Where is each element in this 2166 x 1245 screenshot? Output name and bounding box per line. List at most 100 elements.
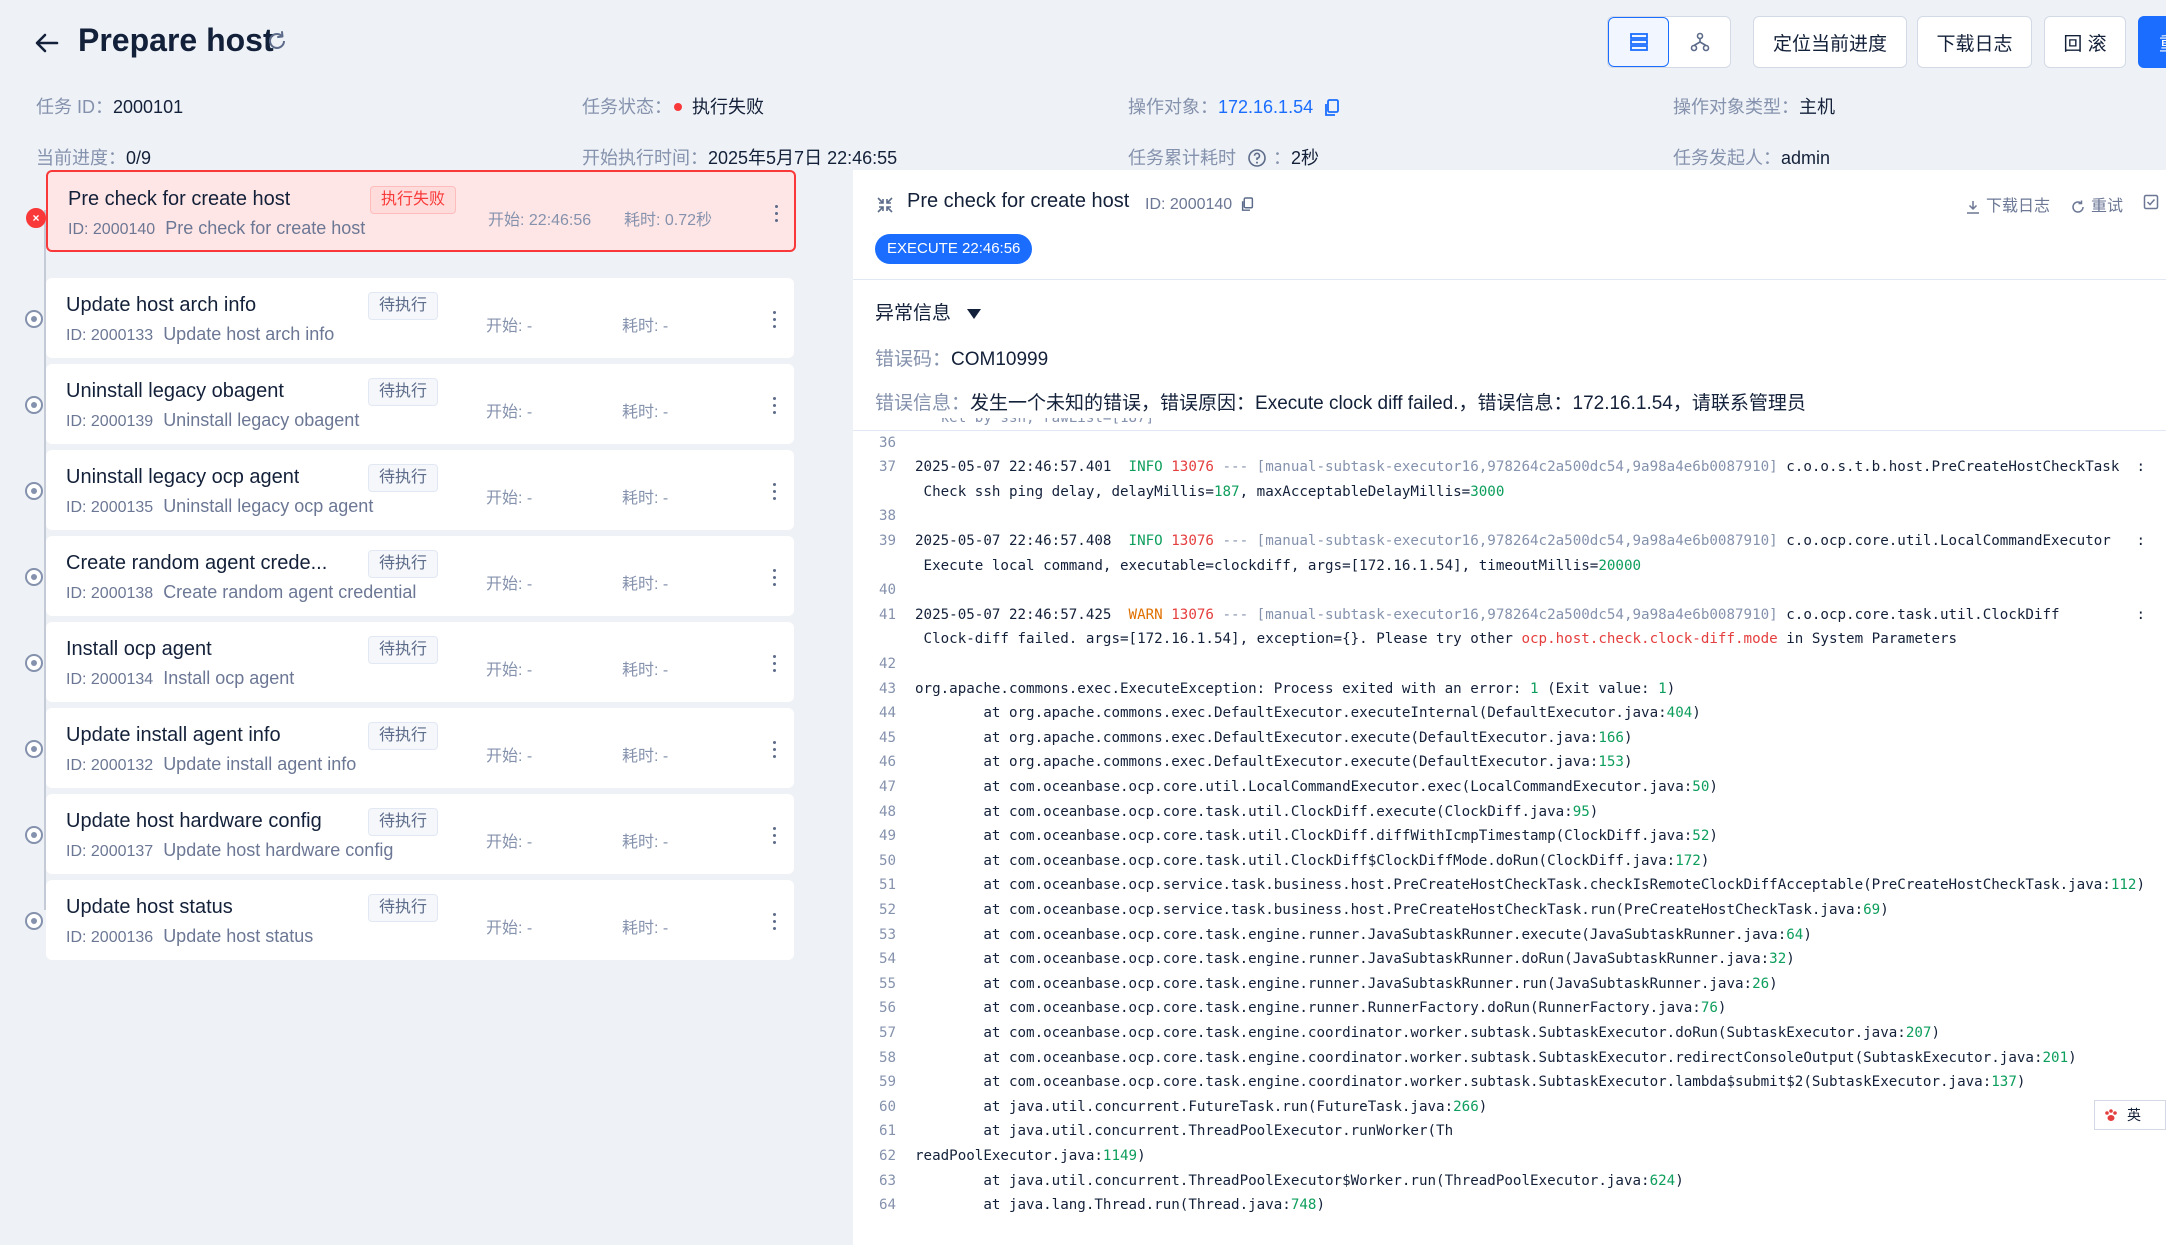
more-vertical-icon[interactable] xyxy=(764,820,784,850)
locate-progress-button[interactable]: 定位当前进度 xyxy=(1753,16,1907,68)
pending-node-icon xyxy=(25,740,43,758)
retry-task-button[interactable]: 重 xyxy=(2138,16,2166,68)
subtask-item[interactable]: Create random agent crede... ID: 2000138 C… xyxy=(25,536,794,616)
log-line: 38 xyxy=(853,508,2166,532)
detail-retry-label: 重试 xyxy=(2091,198,2124,215)
subtask-meta: ID: 2000132 Update install agent info xyxy=(66,754,356,775)
log-line: 56 at com.oceanbase.ocp.core.task.engine… xyxy=(853,1000,2166,1024)
more-vertical-icon[interactable] xyxy=(766,198,786,228)
log-line: 40 xyxy=(853,582,2166,606)
subtask-item[interactable]: Install ocp agent ID: 2000134 Install ocp … xyxy=(25,622,794,702)
detail-retry-button[interactable]: 重试 xyxy=(2071,192,2123,216)
subtask-status-badge: 待执行 xyxy=(368,808,439,836)
log-token: 2025-05-07 22:46:57.425 xyxy=(915,606,1129,623)
progress-label: 当前进度： xyxy=(36,148,126,168)
log-token: 13076 xyxy=(1162,533,1214,549)
pending-node-icon xyxy=(25,568,43,586)
log-line-text: readPoolExecutor.java:1149) xyxy=(915,1148,1146,1164)
task-id-value: 2000101 xyxy=(113,97,184,117)
flow-view-button[interactable] xyxy=(1669,17,1730,67)
log-token: in System Parameters xyxy=(1777,631,1958,648)
more-vertical-icon[interactable] xyxy=(764,390,784,420)
subtask-start-time: 开始: 22:46:56 xyxy=(488,212,592,229)
more-vertical-icon[interactable] xyxy=(764,562,784,592)
copy-icon[interactable] xyxy=(1324,99,1340,117)
more-vertical-icon[interactable] xyxy=(764,476,784,506)
subtask-item[interactable]: Update host arch info ID: 2000133 Update h… xyxy=(25,278,794,358)
detail-title: Pre check for create host xyxy=(907,190,1130,212)
pending-node-icon xyxy=(25,654,43,672)
subtask-desc: Update host hardware config xyxy=(163,840,394,860)
arrow-left-icon[interactable] xyxy=(32,28,62,58)
more-vertical-icon[interactable] xyxy=(764,734,784,764)
ime-indicator[interactable]: 英 xyxy=(2094,1100,2166,1130)
log-line: 58 at com.oceanbase.ocp.core.task.engine… xyxy=(853,1050,2166,1074)
list-view-icon xyxy=(1629,33,1648,51)
log-line-text: Execute local command, executable=clockd… xyxy=(915,558,1642,574)
subtask-item[interactable]: Update install agent info ID: 2000132 Upda… xyxy=(25,708,794,788)
subtask-desc: Install ocp agent xyxy=(163,668,295,688)
subtask-item[interactable]: × Pre check for create host ID: 2000140 Pre… xyxy=(26,170,796,252)
collapse-icon[interactable] xyxy=(875,195,895,215)
log-token: 266 xyxy=(1453,1098,1479,1115)
subtask-item[interactable]: Update host status ID: 2000136 Update host… xyxy=(25,880,794,960)
log-line-text: org.apache.commons.exec.ExecuteException… xyxy=(915,681,1675,697)
log-token: at com.oceanbase.ocp.core.task.engine.ru… xyxy=(915,975,1753,992)
log-token: at com.oceanbase.ocp.core.util.LocalComm… xyxy=(915,779,1693,795)
subtask-name: Uninstall legacy obagent xyxy=(66,380,284,402)
log-line-text: at com.oceanbase.ocp.core.task.engine.co… xyxy=(915,1050,2076,1066)
log-line-number: 43 xyxy=(879,680,897,697)
log-line: 50 at com.oceanbase.ocp.core.task.util.C… xyxy=(853,853,2166,877)
error-message-line: 错误信息：发生一个未知的错误，错误原因：Execute clock diff f… xyxy=(875,388,1806,415)
log-line: ket by ssh, rawList=[187] xyxy=(853,418,2166,434)
more-vertical-icon[interactable] xyxy=(764,648,784,678)
subtask-status-badge: 待执行 xyxy=(368,722,439,750)
subtask-id: ID: 2000135 xyxy=(66,499,154,516)
question-circle-icon[interactable] xyxy=(1247,148,1267,168)
target-link[interactable]: 172.16.1.54 xyxy=(1218,97,1313,117)
subtask-meta: ID: 2000137 Update host hardware config xyxy=(66,840,393,861)
subtask-item[interactable]: Uninstall legacy obagent ID: 2000139 Unins… xyxy=(25,364,794,444)
log-token: at org.apache.commons.exec.DefaultExecut… xyxy=(915,729,1599,746)
error-code-line: 错误码：COM10999 xyxy=(875,344,1048,371)
log-line-text: at com.oceanbase.ocp.core.task.util.Cloc… xyxy=(915,828,1718,844)
log-line-number: 49 xyxy=(879,828,897,845)
log-token: ) xyxy=(1675,1172,1684,1189)
log-token: , maxAcceptableDelayMillis= xyxy=(1239,483,1471,500)
log-line-number: 56 xyxy=(879,1000,897,1017)
log-token: ) xyxy=(1931,1025,1940,1041)
refresh-icon[interactable] xyxy=(266,30,288,52)
subtask-item[interactable]: Uninstall legacy ocp agent ID: 2000135 Uni… xyxy=(25,450,794,530)
log-line-number: 47 xyxy=(879,779,897,795)
log-token: INFO xyxy=(1128,533,1163,549)
log-line: 44 at org.apache.commons.exec.DefaultExe… xyxy=(853,705,2166,729)
pending-node-icon xyxy=(25,482,43,500)
log-line-text: at com.oceanbase.ocp.service.task.busine… xyxy=(915,877,2145,893)
target-type-value: 主机 xyxy=(1799,97,1835,117)
subtask-status-badge: 待执行 xyxy=(368,894,439,922)
rollback-button[interactable]: 回 滚 xyxy=(2044,16,2126,68)
task-id-label: 任务 ID： xyxy=(36,97,114,117)
log-line-number: 55 xyxy=(879,975,897,992)
log-token: Clock-diff failed. args=[172.16.1.54], e… xyxy=(915,631,1522,648)
log-line-text: at com.oceanbase.ocp.core.task.engine.co… xyxy=(915,1074,2025,1090)
log-token: ) xyxy=(1623,729,1633,746)
log-viewer[interactable]: ket by ssh, rawList=[187] 36 37 2025-05-07 … xyxy=(853,418,2166,1245)
error-code-label: 错误码： xyxy=(875,349,952,370)
log-token: ) xyxy=(1709,779,1718,795)
more-vertical-icon[interactable] xyxy=(764,906,784,936)
download-log-button[interactable]: 下载日志 xyxy=(1917,16,2032,68)
log-line-number: 41 xyxy=(879,606,897,623)
log-token: ) xyxy=(1717,1000,1727,1017)
subtask-item[interactable]: Update host hardware config ID: 2000137 Up… xyxy=(25,794,794,874)
list-view-button[interactable] xyxy=(1608,17,1670,67)
detail-download-log-button[interactable]: 下载日志 xyxy=(1966,192,2050,216)
error-info-toggle[interactable]: 异常信息 xyxy=(875,298,982,325)
more-vertical-icon[interactable] xyxy=(764,304,784,334)
log-line: 49 at com.oceanbase.ocp.core.task.util.C… xyxy=(853,828,2166,852)
subtask-desc: Uninstall legacy ocp agent xyxy=(163,496,374,516)
subtask-duration: 耗时: - xyxy=(622,834,669,851)
subtask-meta: ID: 2000138 Create random agent credentia… xyxy=(66,582,416,603)
copy-icon[interactable] xyxy=(1241,197,1254,212)
check-square-icon[interactable] xyxy=(2143,194,2159,210)
